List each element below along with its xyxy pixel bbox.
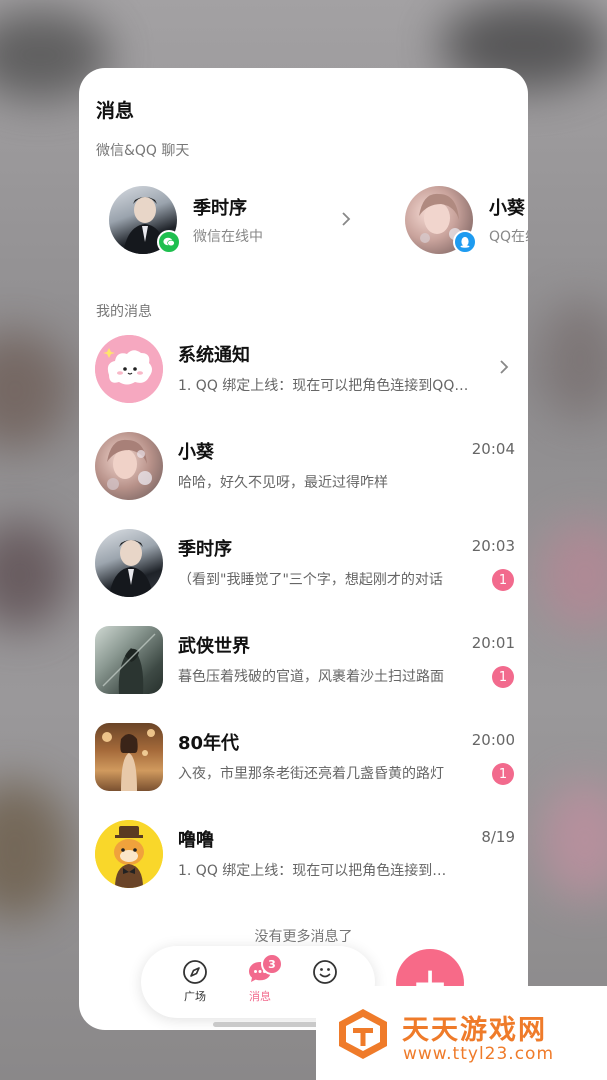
avatar: [95, 335, 163, 403]
item-preview: 入夜，市里那条老街还亮着几盏昏黄的路灯: [178, 766, 444, 782]
no-more-messages-text: 没有更多消息了: [254, 929, 353, 945]
avatar: [95, 820, 163, 888]
tab-unread-badge: 3: [261, 953, 283, 975]
avatar: [95, 723, 163, 791]
smiley-icon: [313, 960, 337, 984]
list-item-wuxia-world[interactable]: 武侠世界 暮色压着残破的官道，风裹着沙土扫过路面 20:01 1: [95, 626, 515, 696]
contact-name: 小葵: [489, 198, 525, 219]
item-preview: 1. QQ 绑定上线：现在可以把角色连接到QQ聊天啦: [178, 863, 448, 879]
compass-icon: [183, 960, 207, 984]
list-item-xiaokui[interactable]: 小葵 哈哈，好久不见呀，最近过得咋样 20:04: [95, 432, 515, 502]
tab-label: 广场: [184, 990, 206, 1003]
item-time: 20:04: [471, 440, 515, 458]
wechat-icon: [157, 230, 181, 254]
item-time: 20:03: [471, 537, 515, 555]
unread-badge: 1: [492, 569, 514, 591]
avatar: [95, 626, 163, 694]
item-name: 噜噜: [178, 830, 214, 851]
avatar: [95, 432, 163, 500]
chevron-right-icon[interactable]: [341, 211, 351, 227]
contact-card-jishixu[interactable]: 季时序 微信在线中: [109, 186, 263, 254]
contacts-section-label: 微信&QQ 聊天: [96, 143, 190, 159]
item-preview: 哈哈，好久不见呀，最近过得咋样: [178, 475, 388, 491]
watermark-logo-icon: [339, 1009, 387, 1059]
contact-status: QQ在线中: [489, 229, 528, 245]
contact-card-xiaokui[interactable]: 小葵 QQ在线中: [405, 186, 528, 254]
item-preview: （看到"我睡觉了"三个字，想起刚才的对话: [178, 572, 443, 588]
item-time: 20:00: [471, 731, 515, 749]
avatar: [109, 186, 181, 254]
item-time: 20:01: [471, 634, 515, 652]
list-item-lulu[interactable]: 噜噜 1. QQ 绑定上线：现在可以把角色连接到QQ聊天啦 8/19: [95, 820, 515, 890]
watermark-url: www.ttyl23.com: [403, 1044, 555, 1064]
page-title: 消息: [96, 100, 135, 122]
avatar: [405, 186, 477, 254]
avatar: [95, 529, 163, 597]
item-preview: 暮色压着残破的官道，风裹着沙土扫过路面: [178, 669, 444, 685]
item-name: 系统通知: [178, 345, 250, 366]
tab-messages[interactable]: 3 消息: [230, 953, 290, 1004]
tab-label: 消息: [249, 990, 271, 1003]
list-item-jishixu[interactable]: 季时序 （看到"我睡觉了"三个字，想起刚才的对话 20:03 1: [95, 529, 515, 599]
watermark-title: 天天游戏网: [402, 1015, 547, 1046]
item-name: 小葵: [178, 442, 214, 463]
contact-status: 微信在线中: [193, 229, 263, 245]
list-item-system-notice[interactable]: 系统通知 1. QQ 绑定上线：现在可以把角色连接到QQ聊天啦: [95, 335, 515, 405]
item-name: 武侠世界: [178, 636, 250, 657]
messages-panel: 消息 微信&QQ 聊天 季时序 微信在线中 小葵 QQ在 我的消息 系统通知 1…: [79, 68, 528, 1030]
list-item-80s[interactable]: 80年代 入夜，市里那条老街还亮着几盏昏黄的路灯 20:00 1: [95, 723, 515, 793]
qq-icon: [453, 230, 477, 254]
contact-name: 季时序: [193, 198, 247, 219]
unread-badge: 1: [492, 666, 514, 688]
unread-badge: 1: [492, 763, 514, 785]
messages-section-label: 我的消息: [96, 304, 152, 320]
watermark: 天天游戏网 www.ttyl23.com: [316, 986, 607, 1080]
item-preview: 1. QQ 绑定上线：现在可以把角色连接到QQ聊天啦: [178, 378, 478, 394]
tab-emoji[interactable]: [295, 958, 355, 988]
item-time: 8/19: [481, 828, 515, 846]
chevron-right-icon: [500, 360, 509, 374]
item-name: 80年代: [178, 733, 240, 754]
tab-square[interactable]: 广场: [165, 958, 225, 1004]
item-name: 季时序: [178, 539, 232, 560]
